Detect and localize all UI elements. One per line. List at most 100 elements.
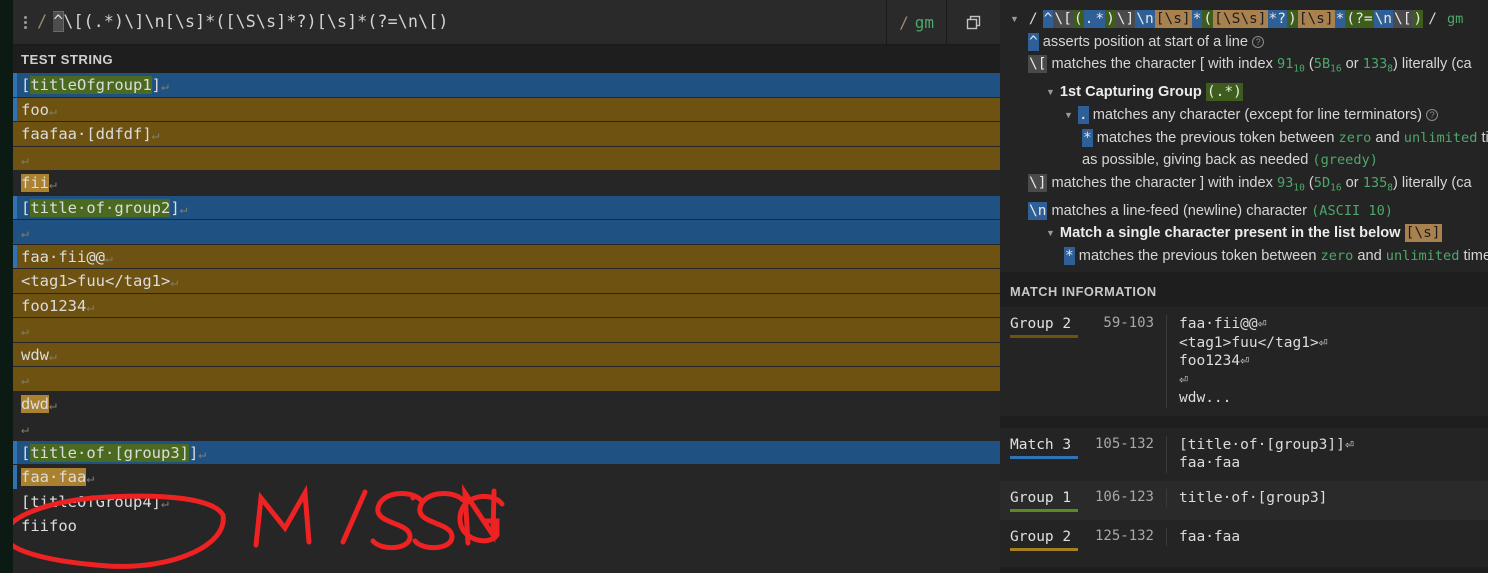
chevron-down-icon[interactable]: ▼ [1046, 228, 1055, 238]
newline-glyph: ↵ [21, 226, 29, 241]
test-string-line[interactable]: foo↵ [13, 97, 1000, 122]
explanation-token: *? [1267, 10, 1287, 29]
explanation-token: ^ [1042, 10, 1054, 29]
regex-input-bar[interactable]: / ^\[(.*)\]\n[\s]*([\S\s]*?)[\s]*(?=\n\[… [13, 0, 1000, 45]
explanation-row[interactable]: ▼ Match a single character present in the… [1000, 222, 1488, 245]
quantifier-min: zero [1320, 247, 1354, 264]
test-string-line[interactable]: faa·fii@@↵ [13, 244, 1000, 269]
explanation-text: ( [1304, 174, 1314, 191]
test-string-line[interactable]: ↵ [13, 220, 1000, 245]
explanation-row[interactable]: \[ matches the character [ with index 91… [1000, 53, 1488, 81]
test-string-line[interactable]: [title·of·group2]↵ [13, 195, 1000, 220]
line-text: [ [21, 443, 31, 462]
regex-flags[interactable]: / gm [886, 0, 946, 44]
test-string-line[interactable]: <tag1>fuu</tag1>↵ [13, 269, 1000, 294]
newline-glyph: ↵ [179, 201, 188, 217]
test-string-line[interactable]: faa·faa↵ [13, 465, 1000, 490]
explanation-row[interactable]: ▼. matches any character (except for lin… [1000, 104, 1488, 127]
explanation-token: \[ [1393, 10, 1413, 29]
left-rail [0, 0, 13, 573]
copy-icon[interactable] [946, 0, 1000, 45]
help-icon: ? [1422, 107, 1439, 123]
explanation-pattern-row[interactable]: ▼ / ^ \[(. *) \] \n [\s] *([\S\s] *?) [\s] * (?= \n \[… [1000, 8, 1488, 31]
match-value: faa·faa [1166, 527, 1488, 546]
line-text: [ [21, 76, 31, 94]
explanation-text: matches a line-feed (newline) character [1047, 202, 1312, 219]
test-string-line[interactable]: wdw↵ [13, 342, 1000, 367]
explanation-text: or [1341, 56, 1363, 73]
line-text: ] [188, 443, 199, 462]
match-label: Group 1 [1010, 489, 1072, 506]
chevron-down-icon[interactable]: ▼ [1010, 14, 1019, 24]
match-information-row[interactable]: Group 2 125-132 faa·faa [1000, 520, 1488, 559]
explanation-token: ( [1072, 10, 1084, 29]
test-string-line[interactable]: [title·of·[group3]]↵ [13, 440, 1000, 465]
explanation-text: matches the previous token between [1074, 247, 1321, 264]
test-string-line[interactable]: foo1234↵ [13, 293, 1000, 318]
line-match-edge-marker [13, 440, 17, 464]
explanation-token: (?= [1345, 10, 1374, 29]
explanation-text: ( [1304, 56, 1314, 73]
test-string-line[interactable]: ↵ [13, 416, 1000, 441]
match-range: 125-132 [1094, 527, 1154, 544]
test-string-line[interactable]: ↵ [13, 318, 1000, 343]
match-color-underline [1010, 455, 1078, 459]
line-text: wdw [21, 345, 49, 364]
explanation-row[interactable]: as possible, giving back as needed (gree… [1000, 149, 1488, 172]
line-text: foo [21, 100, 49, 119]
newline-glyph: ↵ [21, 324, 29, 339]
chevron-down-icon[interactable]: ▼ [1046, 87, 1055, 97]
match-value: title·of·[group3] [1166, 488, 1488, 507]
test-string-line[interactable]: ↵ [13, 367, 1000, 392]
explanation-text: ) literally (ca [1393, 174, 1472, 191]
newline-glyph: ↵ [49, 103, 57, 119]
test-string-line[interactable]: fiifoo [13, 514, 1000, 539]
test-string-line[interactable]: ↵ [13, 146, 1000, 171]
newline-glyph: ↵ [21, 152, 29, 168]
explanation-token: * [1064, 246, 1075, 265]
explanation-token: * [1094, 10, 1106, 29]
line-text: <tag1>fuu</tag1> [21, 272, 171, 290]
explanation-token: * [1082, 128, 1093, 147]
index-decimal: 9110 [1277, 56, 1305, 75]
match-range: 59-103 [1103, 315, 1154, 331]
match-group-separator [1000, 415, 1488, 428]
match-value: [title·of·[group3]]⏎ faa·faa [1166, 435, 1488, 473]
test-string-line[interactable]: [titleOfGroup4]↵ [13, 489, 1000, 514]
explanation-note: (ASCII 10) [1311, 202, 1393, 219]
match-information-row[interactable]: Match 3 105-132 [title·of·[group3]]⏎ faa·f… [1000, 428, 1488, 481]
explanation-row[interactable]: ▼ 1st Capturing Group (.*) [1000, 81, 1488, 104]
newline-glyph: ↵ [49, 397, 57, 413]
explanation-row[interactable]: * matches the previous token between zer… [1000, 245, 1488, 268]
explanation-row[interactable]: \] matches the character ] with index 93… [1000, 172, 1488, 200]
index-octal: 1358 [1362, 174, 1393, 194]
match-label: Group 2 [1010, 528, 1072, 545]
test-string-line[interactable]: dwd↵ [13, 391, 1000, 416]
test-string-line[interactable]: fii↵ [13, 171, 1000, 196]
line-text: ] [151, 76, 162, 94]
explanation-row[interactable]: * matches the previous token between zer… [1000, 127, 1488, 150]
test-string-line[interactable]: faafaa·[ddfdf]↵ [13, 122, 1000, 147]
line-text: [titleOfGroup4] [21, 492, 161, 511]
index-hex: 5B16 [1313, 56, 1342, 75]
match-information-row[interactable]: Group 1 106-123 title·of·[group3] [1000, 480, 1488, 520]
test-string-line[interactable]: [titleOfgroup1]↵ [13, 73, 1000, 98]
explanation-panel[interactable]: ▼ / ^ \[(. *) \] \n [\s] *([\S\s] *?) [\s] * (?= \n \[… [1000, 0, 1488, 272]
explanation-token: [\s] [1404, 224, 1442, 243]
explanation-text: tim [1481, 129, 1488, 146]
regex-input[interactable]: ^\[(.*)\]\n[\s]*([\S\s]*?)[\s]*(?=\n\[) [53, 10, 886, 35]
explanation-token: * [1191, 10, 1203, 29]
match-range: 106-123 [1094, 488, 1154, 505]
explanation-row[interactable]: \n matches a line-feed (newline) charact… [1000, 200, 1488, 223]
match-information-row[interactable]: Group 2 59-103 faa·fii@@⏎ <tag1>fuu</tag1>… [1000, 307, 1488, 416]
explanation-text: matches the character [ with index [1047, 56, 1278, 73]
kebab-menu-icon[interactable] [13, 15, 35, 29]
explanation-token: \n [1028, 201, 1048, 220]
explanation-row[interactable]: ^ asserts position at start of a line ? [1000, 31, 1488, 54]
match-information-panel[interactable]: Group 2 59-103 faa·fii@@⏎ <tag1>fuu</tag1>… [1000, 307, 1488, 567]
test-string-editor[interactable]: [titleOfgroup1]↵ foo↵ faafaa·[ddfdf]↵ ↵ fii↵… [13, 73, 1000, 573]
chevron-down-icon[interactable]: ▼ [1064, 110, 1073, 120]
explanation-text: and [1353, 247, 1386, 264]
group2-highlight: dwd [21, 394, 49, 413]
explanation-token: ) [1412, 10, 1424, 29]
